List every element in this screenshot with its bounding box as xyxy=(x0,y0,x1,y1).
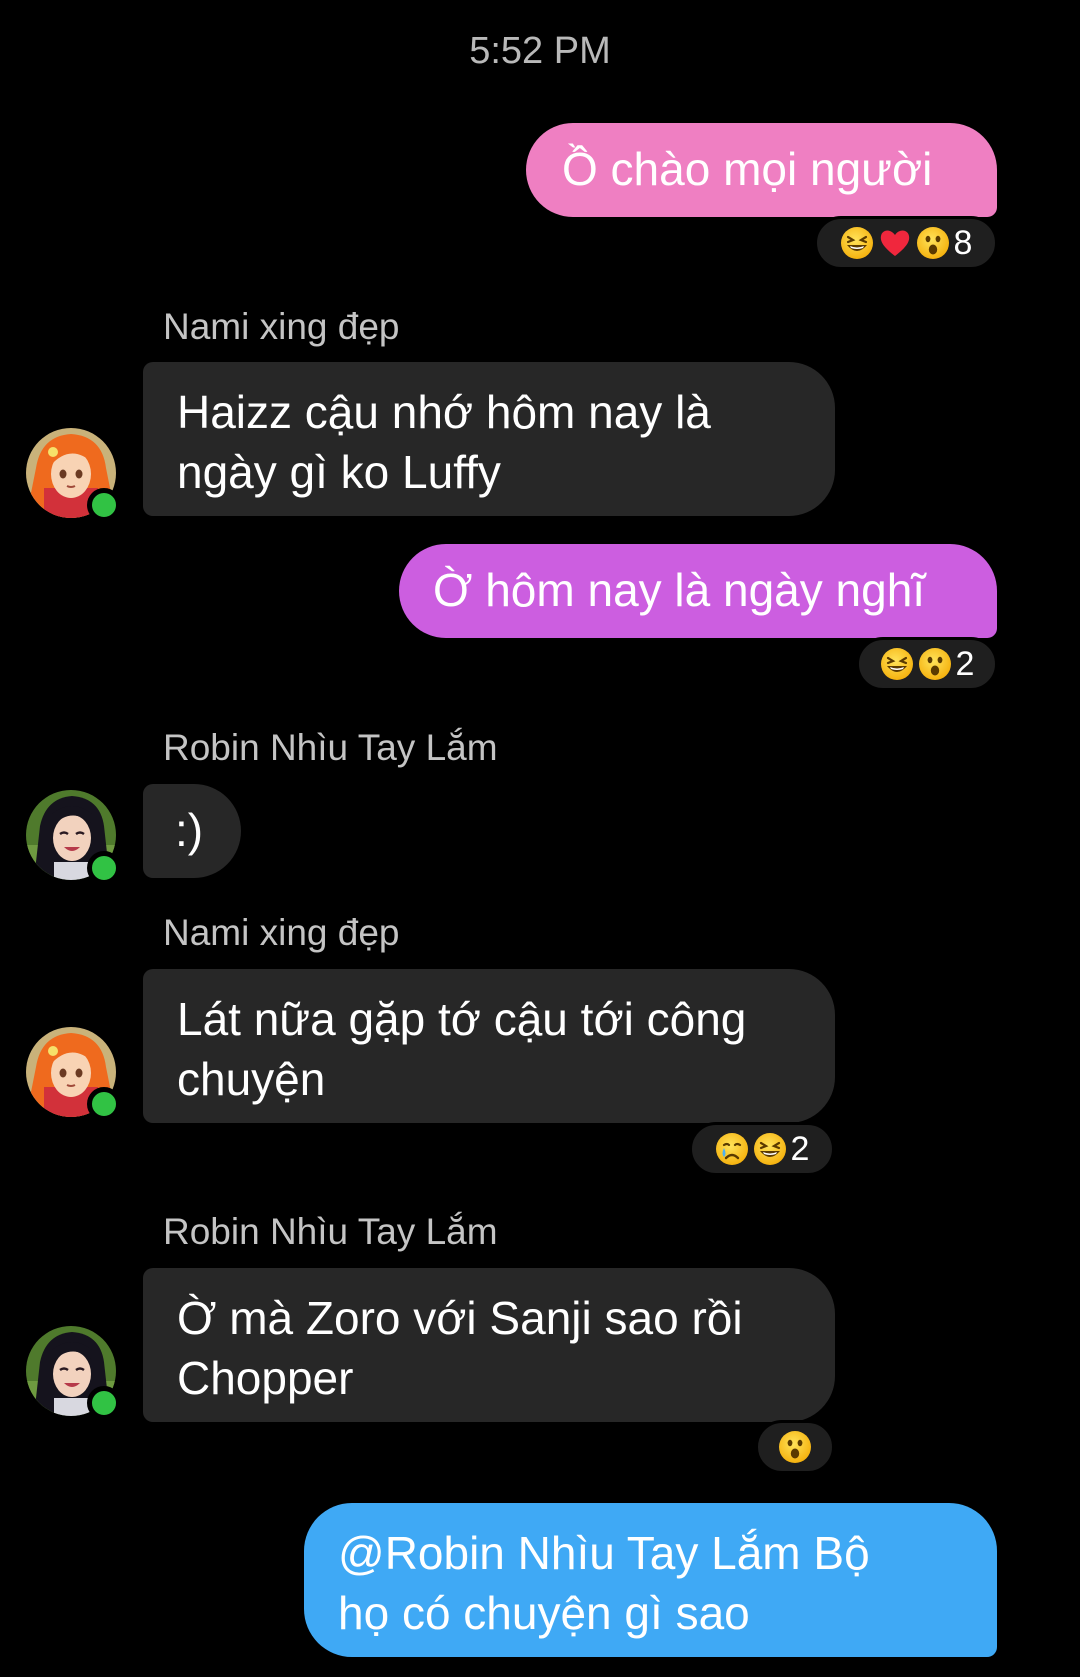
timestamp: 5:52 PM xyxy=(469,30,611,72)
sent-message-bubble[interactable]: Ờ hôm nay là ngày nghĩ xyxy=(399,544,997,638)
sender-name: Robin Nhìu Tay Lắm xyxy=(163,1211,498,1252)
sender-name: Nami xing đẹp xyxy=(163,306,400,347)
online-status-dot xyxy=(87,1386,121,1420)
received-message-bubble[interactable]: Lát nữa gặp tớ cậu tới công chuyện xyxy=(143,969,835,1123)
reactions-pill[interactable]: 8 xyxy=(814,216,998,270)
sent-message-bubble[interactable]: @Robin Nhìu Tay Lắm Bộ họ có chuyện gì s… xyxy=(304,1503,997,1657)
online-status-dot xyxy=(87,488,121,522)
message-line: họ có chuyện gì sao xyxy=(338,1587,750,1639)
laughing-emoji-icon xyxy=(880,647,914,681)
online-status-dot xyxy=(87,1087,121,1121)
sender-name: Nami xing đẹp xyxy=(163,912,400,953)
wow-emoji-icon xyxy=(916,226,950,260)
heart-emoji-icon xyxy=(878,226,912,260)
wow-emoji-icon xyxy=(918,647,952,681)
message-line: Ờ mà Zoro với Sanji sao rồi xyxy=(177,1292,743,1344)
reactions-pill[interactable] xyxy=(755,1420,835,1474)
crying-emoji-icon xyxy=(715,1132,749,1166)
message-text: Ồ chào mọi người xyxy=(562,143,933,195)
online-status-dot xyxy=(87,851,121,885)
received-message-bubble[interactable]: Haizz cậu nhớ hôm nay là ngày gì ko Luff… xyxy=(143,362,835,516)
message-text: Ờ hôm nay là ngày nghĩ xyxy=(433,564,926,616)
sent-message-bubble[interactable]: Ồ chào mọi người xyxy=(526,123,997,217)
message-line: Lát nữa gặp tớ cậu tới công xyxy=(177,993,747,1045)
laughing-emoji-icon xyxy=(840,226,874,260)
reaction-count: 8 xyxy=(953,223,973,262)
reactions-pill[interactable]: 2 xyxy=(689,1122,835,1176)
laughing-emoji-icon xyxy=(753,1132,787,1166)
message-line: ngày gì ko Luffy xyxy=(177,446,501,498)
message-line: Chopper xyxy=(177,1352,354,1404)
received-message-bubble[interactable]: Ờ mà Zoro với Sanji sao rồi Chopper xyxy=(143,1268,835,1422)
message-text: :) xyxy=(175,804,204,856)
sender-name: Robin Nhìu Tay Lắm xyxy=(163,727,498,768)
wow-emoji-icon xyxy=(778,1430,812,1464)
received-message-bubble[interactable]: :) xyxy=(143,784,241,878)
message-line: chuyện xyxy=(177,1053,326,1105)
reactions-pill[interactable]: 2 xyxy=(856,637,998,691)
message-line: Haizz cậu nhớ hôm nay là xyxy=(177,386,711,438)
message-line: @Robin Nhìu Tay Lắm Bộ xyxy=(338,1527,870,1579)
reaction-count: 2 xyxy=(955,644,975,683)
reaction-count: 2 xyxy=(790,1129,810,1168)
